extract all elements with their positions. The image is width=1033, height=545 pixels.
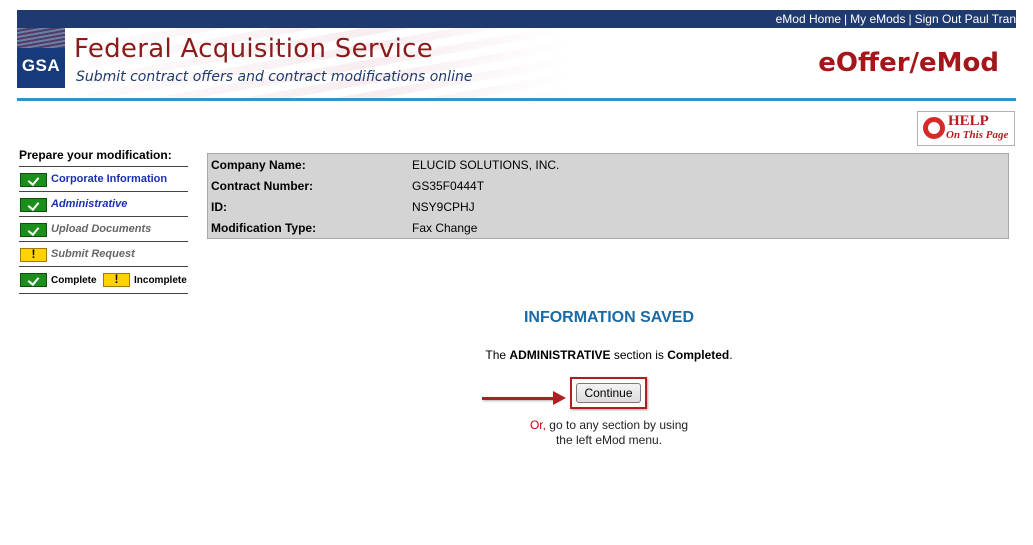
info-key: Company Name: — [211, 158, 306, 172]
sidebar-item-submit-request: Submit Request — [19, 242, 188, 267]
msg-end: . — [729, 348, 733, 362]
modification-sidebar: Prepare your modification: Corporate Inf… — [19, 148, 188, 294]
or-rest: go to any section by using — [549, 418, 689, 432]
continue-highlight-frame: Continue — [570, 377, 647, 409]
life-ring-icon — [923, 117, 945, 139]
header-divider — [17, 98, 1016, 101]
exclamation-icon — [20, 247, 47, 262]
or-word: Or, — [529, 418, 546, 432]
information-saved-heading: INFORMATION SAVED — [523, 309, 695, 326]
logo-flag-decoration — [17, 28, 65, 48]
msg-middle: section is — [613, 348, 664, 362]
agency-title: Federal Acquisition Service — [74, 34, 433, 64]
info-key: ID: — [211, 200, 227, 214]
exclamation-icon — [103, 272, 130, 287]
legend-incomplete-label: Incomplete — [134, 275, 187, 286]
check-icon — [20, 173, 47, 187]
status-legend: Complete Incomplete — [19, 267, 188, 294]
info-value: ELUCID SOLUTIONS, INC. — [412, 158, 560, 172]
sidebar-title: Prepare your modification: — [19, 148, 188, 167]
legend-complete-label: Complete — [51, 275, 97, 286]
sidebar-item-label[interactable]: Administrative — [51, 198, 127, 210]
help-sublabel: On This Page — [946, 129, 1009, 141]
nav-separator: | — [844, 12, 848, 26]
sign-out-link[interactable]: Sign Out Paul Tran — [915, 12, 1016, 26]
msg-prefix: The — [485, 348, 507, 362]
help-label: HELP — [948, 113, 989, 129]
gsa-logo: GSA — [17, 28, 65, 88]
msg-section: ADMINISTRATIVE — [509, 348, 611, 362]
info-value: NSY9CPHJ — [412, 200, 475, 214]
gsa-logo-text: GSA — [21, 56, 61, 75]
sidebar-item-label: Upload Documents — [51, 223, 152, 235]
check-icon — [20, 198, 47, 212]
sidebar-item-label: Submit Request — [51, 248, 135, 260]
saved-message: The ADMINISTRATIVE section is Completed. — [209, 348, 1009, 362]
my-emods-link[interactable]: My eMods — [850, 12, 905, 26]
arrow-right-icon — [482, 391, 566, 405]
sidebar-item-upload-documents: Upload Documents — [19, 217, 188, 242]
continue-button[interactable]: Continue — [576, 383, 641, 403]
info-value: GS35F0444T — [412, 179, 485, 193]
contract-info-panel: Company Name: ELUCID SOLUTIONS, INC. Con… — [207, 153, 1009, 239]
agency-tagline: Submit contract offers and contract modi… — [76, 69, 473, 85]
site-header: GSA Federal Acquisition Service Submit c… — [17, 28, 1016, 98]
top-nav-links: eMod Home | My eMods | Sign Out Paul Tran — [776, 12, 1016, 26]
check-icon — [20, 223, 47, 237]
alternative-navigation-hint: Or, go to any section by using the left e… — [209, 418, 1009, 448]
top-nav-bar: eMod Home | My eMods | Sign Out Paul Tran — [17, 10, 1016, 28]
sidebar-item-corporate-information[interactable]: Corporate Information — [19, 167, 188, 192]
info-key: Contract Number: — [211, 179, 314, 193]
or-line2: the left eMod menu. — [555, 433, 663, 447]
info-value: Fax Change — [412, 221, 478, 235]
info-key: Modification Type: — [211, 221, 317, 235]
check-icon — [20, 273, 47, 287]
help-on-this-page-button[interactable]: HELP On This Page — [917, 111, 1015, 146]
msg-status: Completed — [667, 348, 730, 362]
sidebar-item-administrative[interactable]: Administrative — [19, 192, 188, 217]
nav-separator: | — [908, 12, 912, 26]
sidebar-item-label[interactable]: Corporate Information — [51, 173, 167, 185]
emod-home-link[interactable]: eMod Home — [776, 12, 841, 26]
app-title: eOffer/eMod — [818, 48, 999, 78]
